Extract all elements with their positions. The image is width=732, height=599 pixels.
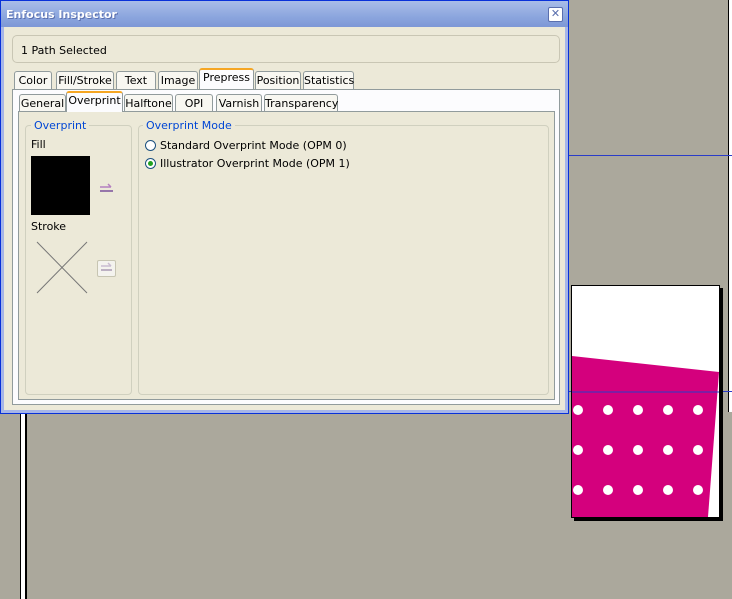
window-title: Enfocus Inspector <box>6 8 117 21</box>
tab-label: Varnish <box>218 97 260 110</box>
tab-label: Halftone <box>125 97 172 110</box>
overprint-mode-title: Overprint Mode <box>143 119 235 132</box>
tab-label: Text <box>124 74 148 87</box>
tab-text[interactable]: Text <box>116 71 156 89</box>
tab-label: Prepress <box>203 71 250 84</box>
fill-color-swatch[interactable] <box>31 156 90 215</box>
overprint-group-title: Overprint <box>31 119 90 132</box>
inspector-window: Enfocus Inspector ✕ 1 Path Selected Colo… <box>0 0 569 414</box>
swap-icon <box>101 262 112 271</box>
tab-label: General <box>20 97 65 110</box>
tab-label: Statistics <box>304 74 355 87</box>
guide-line <box>569 155 732 156</box>
radio-button[interactable] <box>145 140 156 151</box>
radio-label: Standard Overprint Mode (OPM 0) <box>160 139 347 152</box>
close-icon: ✕ <box>550 7 561 20</box>
stroke-color-swatch-none[interactable] <box>31 238 90 297</box>
document-page-edge-left <box>20 412 27 599</box>
tab-prepress[interactable]: Prepress <box>199 68 254 89</box>
fill-overprint-button[interactable] <box>97 181 116 198</box>
subtab-varnish[interactable]: Varnish <box>216 94 262 112</box>
tab-fill-stroke[interactable]: Fill/Stroke <box>56 71 114 89</box>
stroke-overprint-button[interactable] <box>97 260 116 277</box>
tab-label: Fill/Stroke <box>58 74 112 87</box>
tab-image[interactable]: Image <box>158 71 198 89</box>
tab-label: Color <box>18 74 48 87</box>
document-page-edge-right <box>728 0 732 412</box>
selection-status: 1 Path Selected <box>21 44 107 57</box>
tab-color[interactable]: Color <box>14 71 52 89</box>
subtab-halftone[interactable]: Halftone <box>124 94 173 112</box>
swap-icon <box>100 183 113 192</box>
subtab-opi[interactable]: OPI <box>175 94 213 112</box>
tab-label: Position <box>256 74 300 87</box>
radio-illustrator-opm[interactable]: Illustrator Overprint Mode (OPM 1) <box>145 157 350 170</box>
subtab-overprint[interactable]: Overprint <box>66 91 123 112</box>
tab-label: OPI <box>184 97 204 110</box>
tab-label: Image <box>160 74 196 87</box>
fill-label: Fill <box>31 138 46 151</box>
tab-statistics[interactable]: Statistics <box>303 71 354 89</box>
subtab-general[interactable]: General <box>19 94 66 112</box>
artwork-object[interactable] <box>571 285 720 518</box>
radio-label: Illustrator Overprint Mode (OPM 1) <box>160 157 350 170</box>
selection-status-box: 1 Path Selected <box>12 35 560 63</box>
tab-position[interactable]: Position <box>255 71 301 89</box>
radio-button-selected[interactable] <box>145 158 156 169</box>
subtab-transparency[interactable]: Transparency <box>264 94 338 112</box>
close-button[interactable]: ✕ <box>548 7 563 22</box>
radio-standard-opm[interactable]: Standard Overprint Mode (OPM 0) <box>145 139 347 152</box>
tab-label: Overprint <box>68 94 121 107</box>
stroke-label: Stroke <box>31 220 67 233</box>
title-bar[interactable]: Enfocus Inspector ✕ <box>1 1 568 27</box>
tab-label: Transparency <box>265 97 339 110</box>
